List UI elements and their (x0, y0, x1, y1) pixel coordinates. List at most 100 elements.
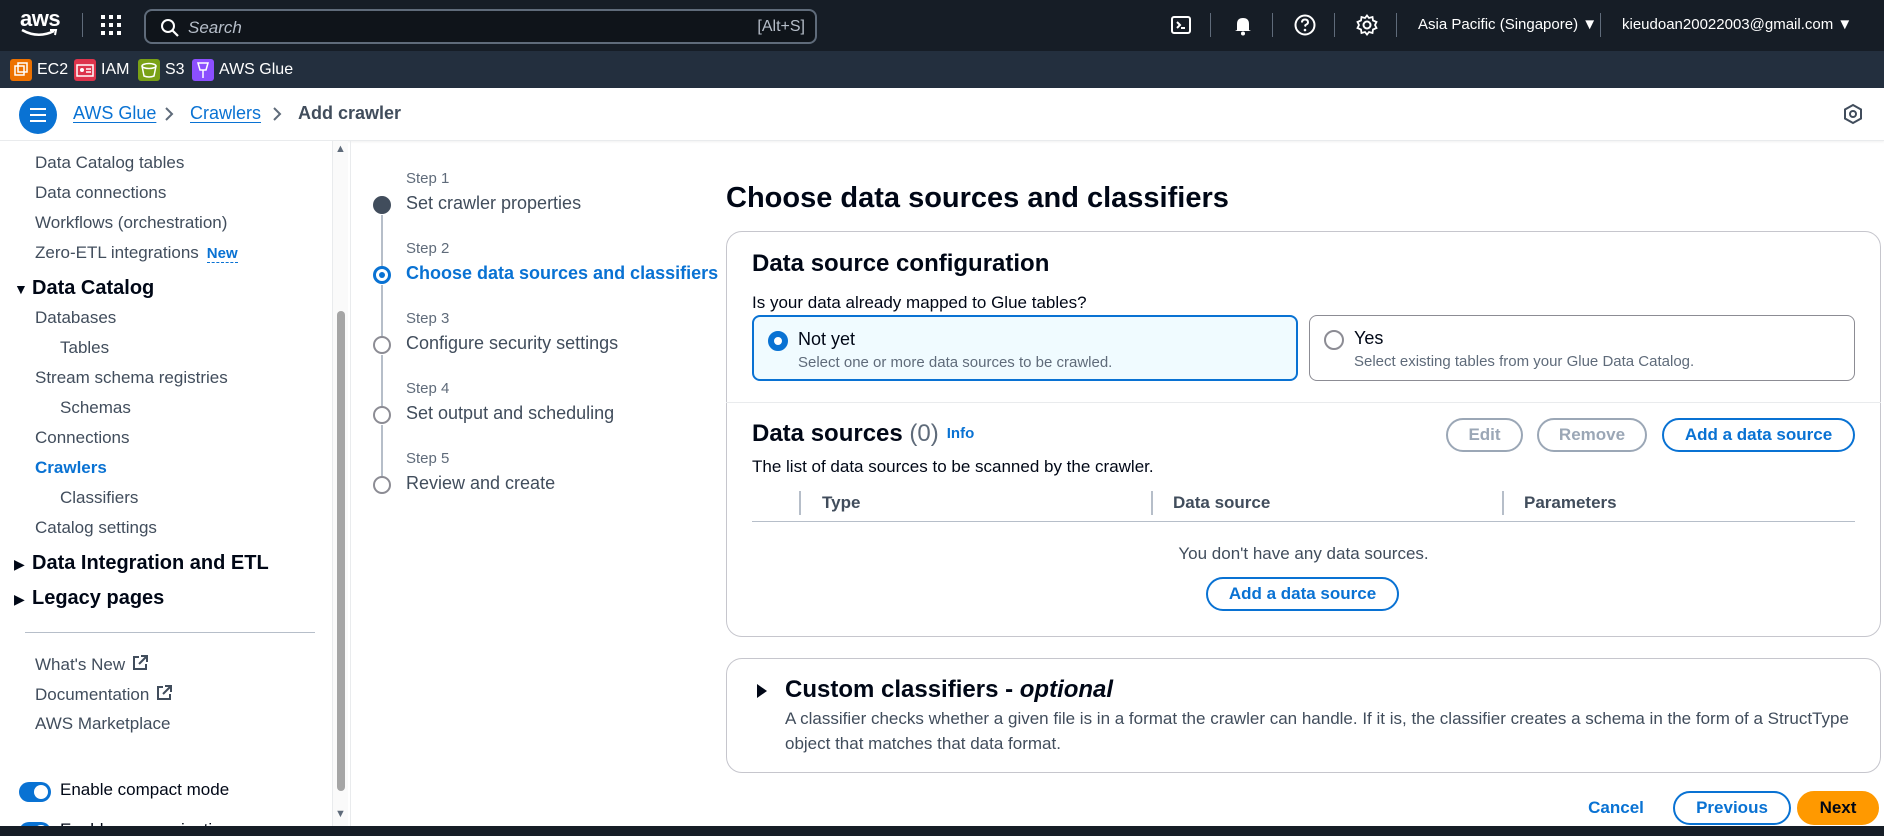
divider (82, 13, 83, 37)
favorite-iam[interactable]: IAM (74, 59, 129, 81)
step-3-title: Configure security settings (406, 333, 619, 353)
option-title: Yes (1354, 328, 1384, 348)
sidebar-link-aws-marketplace[interactable]: AWS Marketplace (35, 714, 170, 734)
sidebar-item-label: Zero-ETL integrations (35, 243, 199, 262)
section-label: Legacy pages (32, 587, 165, 609)
ec2-icon (10, 59, 32, 81)
search-input[interactable]: Search [Alt+S] (144, 9, 817, 44)
account-menu[interactable]: kieudoan20022003@gmail.com ▼ (1622, 16, 1852, 33)
sidebar-item-databases[interactable]: Databases (35, 308, 116, 328)
info-link[interactable]: Info (947, 425, 975, 442)
external-link-icon (133, 655, 149, 670)
remove-button[interactable]: Remove (1537, 418, 1647, 452)
sidebar-item-classifiers[interactable]: Classifiers (60, 488, 138, 508)
side-navigation: Data Catalog tables Data connections Wor… (0, 141, 332, 831)
search-placeholder: Search (188, 18, 242, 37)
custom-classifiers-title[interactable]: Custom classifiers - optional (785, 676, 1113, 704)
edit-button[interactable]: Edit (1446, 418, 1523, 452)
sidebar-link-whats-new[interactable]: What's New (35, 654, 149, 675)
sidebar-item-schemas[interactable]: Schemas (60, 398, 131, 418)
favorite-ec2[interactable]: EC2 (10, 59, 68, 81)
region-selector[interactable]: Asia Pacific (Singapore) ▼ (1418, 16, 1597, 33)
step-2-indicator (373, 266, 391, 284)
option-description: Select one or more data sources to be cr… (798, 354, 1113, 371)
sidebar-item-data-catalog-tables[interactable]: Data Catalog tables (35, 153, 184, 173)
preferences-icon[interactable] (1842, 103, 1864, 125)
favorite-s3[interactable]: S3 (138, 59, 185, 81)
scroll-down-icon[interactable]: ▼ (335, 808, 346, 820)
breadcrumb-crawlers[interactable]: Crawlers (190, 103, 261, 124)
step-5-label: Step 5 (406, 450, 450, 467)
cloudshell-icon[interactable] (1169, 13, 1193, 37)
help-icon[interactable] (1293, 13, 1317, 37)
gear-icon[interactable] (1355, 13, 1379, 37)
caret-right-icon: ▶ (14, 556, 25, 572)
expand-caret-icon[interactable] (755, 683, 769, 699)
data-sources-heading: Data sources (752, 420, 903, 447)
sidebar-item-catalog-settings[interactable]: Catalog settings (35, 518, 157, 538)
step-connector (381, 425, 383, 479)
sidebar-link-documentation[interactable]: Documentation (35, 684, 173, 705)
step-connector (381, 215, 383, 269)
data-sources-title: Data sources (0) Info (752, 420, 974, 448)
add-data-source-button[interactable]: Add a data source (1662, 418, 1855, 452)
option-yes-tile[interactable]: Yes Select existing tables from your Glu… (1309, 315, 1855, 381)
step-3-label: Step 3 (406, 310, 450, 327)
column-divider (1502, 491, 1504, 515)
column-header-type[interactable]: Type (822, 493, 860, 513)
link-label: What's New (35, 655, 126, 674)
menu-toggle-button[interactable] (19, 96, 57, 134)
radio-yes[interactable] (1324, 330, 1344, 350)
column-header-parameters[interactable]: Parameters (1524, 493, 1617, 513)
mapped-question-label: Is your data already mapped to Glue tabl… (752, 293, 1087, 312)
breadcrumb-aws-glue[interactable]: AWS Glue (73, 103, 156, 124)
optional-label: optional (1019, 676, 1114, 703)
next-button[interactable]: Next (1797, 791, 1879, 825)
aws-logo[interactable]: aws (20, 8, 64, 42)
sidebar-item-crawlers[interactable]: Crawlers (35, 458, 107, 478)
step-2-label: Step 2 (406, 240, 450, 257)
option-not-yet-tile[interactable]: Not yet Select one or more data sources … (752, 315, 1298, 381)
scroll-up-icon[interactable]: ▲ (335, 143, 346, 155)
section-divider (726, 402, 1881, 403)
favorite-label: EC2 (37, 61, 69, 78)
option-description: Select existing tables from your Glue Da… (1354, 353, 1695, 370)
breadcrumb-current: Add crawler (298, 103, 402, 123)
previous-button[interactable]: Previous (1673, 791, 1791, 825)
aws-smile-icon (21, 28, 58, 36)
radio-not-yet[interactable] (768, 331, 788, 351)
sidebar-section-data-integration[interactable]: ▶ Data Integration and ETL (14, 552, 269, 575)
s3-icon (138, 59, 160, 81)
empty-state-text: You don't have any data sources. (1178, 544, 1429, 563)
sidebar-item-stream-schema-registries[interactable]: Stream schema registries (35, 368, 228, 388)
column-header-data-source[interactable]: Data source (1173, 493, 1270, 513)
data-sources-description: The list of data sources to be scanned b… (752, 457, 1154, 476)
step-connector (381, 285, 383, 339)
sidebar-section-data-catalog[interactable]: ▼ Data Catalog (14, 277, 154, 300)
search-icon (161, 19, 179, 37)
config-section-title: Data source configuration (752, 250, 1050, 277)
scrollbar-thumb[interactable] (337, 311, 345, 791)
link-label: Documentation (35, 685, 150, 704)
sidebar-section-legacy-pages[interactable]: ▶ Legacy pages (14, 587, 164, 610)
sidebar-item-zero-etl[interactable]: Zero-ETL integrations New (35, 243, 238, 263)
compact-mode-toggle[interactable] (19, 782, 51, 802)
sidebar-item-data-connections[interactable]: Data connections (35, 183, 166, 203)
data-sources-count: (0) (909, 420, 939, 447)
divider (1334, 13, 1335, 37)
bell-icon[interactable] (1231, 13, 1255, 37)
section-label: Data Integration and ETL (32, 552, 269, 574)
sidebar-item-connections[interactable]: Connections (35, 428, 130, 448)
services-menu-icon[interactable] (100, 14, 122, 36)
empty-add-data-source-button[interactable]: Add a data source (1206, 577, 1399, 611)
favorites-bar: EC2 IAM S3 AWS Glue (0, 51, 1884, 88)
cancel-button[interactable]: Cancel (1573, 791, 1659, 825)
favorite-label: AWS Glue (219, 61, 294, 78)
step-4-title: Set output and scheduling (406, 403, 615, 423)
sidebar-item-tables[interactable]: Tables (60, 338, 109, 358)
top-navigation: aws Search [Alt+S] Asia Pacific (Singapo… (0, 0, 1884, 51)
favorite-aws-glue[interactable]: AWS Glue (192, 59, 293, 81)
sidebar-item-workflows[interactable]: Workflows (orchestration) (35, 213, 227, 233)
step-1-title[interactable]: Set crawler properties (406, 193, 581, 214)
sidebar-scrollbar[interactable]: ▲ ▼ (332, 141, 348, 831)
